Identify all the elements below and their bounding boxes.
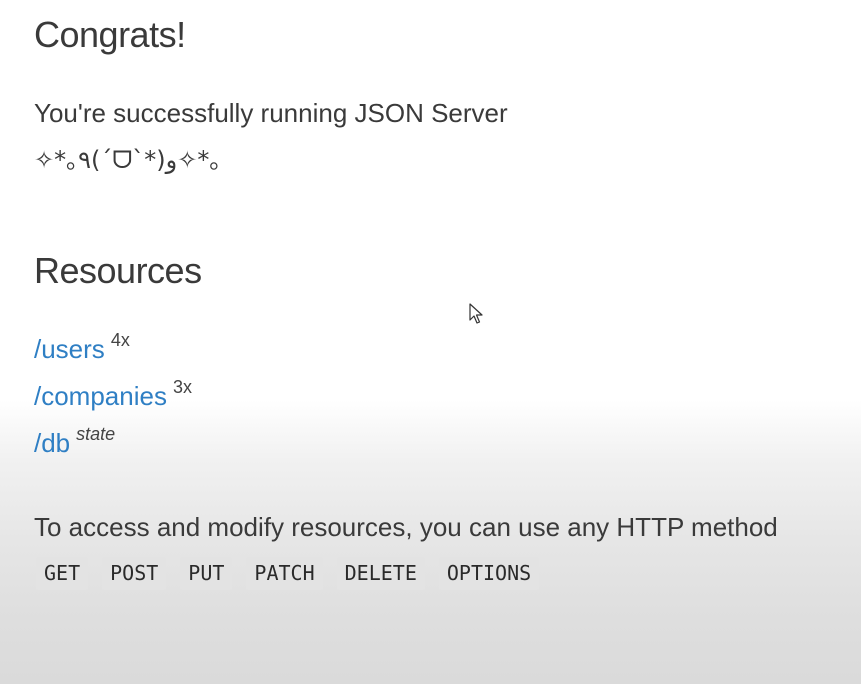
- resource-count-companies: 3x: [172, 377, 192, 397]
- resource-link-db[interactable]: /db: [34, 428, 70, 458]
- method-patch: PATCH: [246, 557, 323, 590]
- method-post: POST: [102, 557, 167, 590]
- kaomoji-text: ✧*｡٩(ˊᗜˋ*)و✧*｡: [34, 146, 222, 174]
- http-methods-list: GET POST PUT PATCH DELETE OPTIONS: [36, 557, 540, 590]
- access-description: To access and modify resources, you can …: [34, 512, 778, 542]
- resource-link-companies[interactable]: /companies: [34, 381, 167, 411]
- method-options: OPTIONS: [438, 557, 540, 590]
- resource-note-db: state: [76, 424, 116, 444]
- resource-list: /users 4x /companies 3x /db state: [34, 330, 192, 471]
- mouse-pointer-icon: [469, 303, 483, 324]
- resource-item-companies: /companies 3x: [34, 377, 192, 424]
- resources-title: Resources: [34, 250, 202, 291]
- resource-item-db: /db state: [34, 424, 192, 471]
- resource-count-users: 4x: [110, 330, 130, 350]
- congrats-title: Congrats!: [34, 14, 186, 55]
- method-put: PUT: [180, 557, 233, 590]
- resource-item-users: /users 4x: [34, 330, 192, 377]
- method-delete: DELETE: [336, 557, 425, 590]
- method-get: GET: [36, 557, 89, 590]
- running-message: You're successfully running JSON Server: [34, 98, 508, 128]
- resource-link-users[interactable]: /users: [34, 334, 105, 364]
